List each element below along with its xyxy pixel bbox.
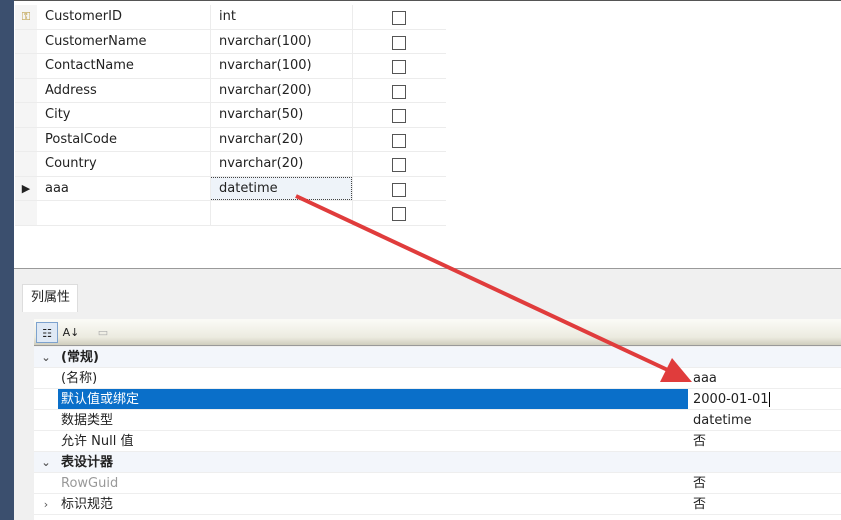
table-row[interactable]: Address nvarchar(200) <box>15 78 446 103</box>
column-properties-panel: 列属性 ☷ A↓ ▭ ⌄ (常规) (名称) aaa 默认值或绑定 2000-01-0… <box>14 268 841 520</box>
table-row[interactable]: CustomerName nvarchar(100) <box>15 29 446 54</box>
row-header[interactable]: ⚿ <box>15 5 37 29</box>
data-type-cell[interactable]: nvarchar(100) <box>219 30 312 54</box>
table-row[interactable]: PostalCode nvarchar(20) <box>15 127 446 152</box>
data-type-cell[interactable]: datetime <box>219 177 278 201</box>
chevron-right-icon[interactable]: › <box>34 494 58 514</box>
prop-name[interactable]: (名称) aaa <box>34 368 841 389</box>
allow-nulls-checkbox[interactable] <box>392 35 406 50</box>
allow-nulls-checkbox[interactable] <box>392 207 406 221</box>
column-name-cell[interactable]: CustomerName <box>45 30 147 54</box>
left-edge <box>0 0 14 520</box>
row-header[interactable] <box>15 127 37 151</box>
column-name-cell[interactable]: CustomerID <box>45 5 122 29</box>
top-border <box>14 0 841 1</box>
data-type-cell[interactable]: nvarchar(20) <box>219 152 303 176</box>
table-row[interactable]: ContactName nvarchar(100) <box>15 54 446 79</box>
row-header[interactable] <box>15 103 37 127</box>
table-row[interactable]: City nvarchar(50) <box>15 103 446 128</box>
allow-nulls-checkbox[interactable] <box>392 109 406 123</box>
data-type-cell[interactable]: nvarchar(20) <box>219 128 303 152</box>
key-icon: ⚿ <box>21 10 31 23</box>
chevron-down-icon[interactable]: ⌄ <box>34 452 58 472</box>
row-header[interactable] <box>15 54 37 78</box>
allow-nulls-checkbox[interactable] <box>392 158 406 172</box>
category-general[interactable]: ⌄ (常规) <box>34 347 841 368</box>
default-value-input[interactable]: 2000-01-01 <box>693 389 770 410</box>
property-grid: ⌄ (常规) (名称) aaa 默认值或绑定 2000-01-01 数据类型 datet… <box>34 347 841 520</box>
column-name-cell[interactable]: ContactName <box>45 54 134 78</box>
categorized-icon[interactable]: ☷ <box>36 322 58 343</box>
sort-alpha-icon[interactable]: A↓ <box>60 322 82 343</box>
properties-toolbar: ☷ A↓ ▭ <box>34 319 841 346</box>
column-name-cell[interactable]: Country <box>45 152 97 176</box>
data-type-cell[interactable]: nvarchar(100) <box>219 54 312 78</box>
column-name-cell[interactable]: Address <box>45 79 97 103</box>
prop-rowguid[interactable]: RowGuid 否 <box>34 473 841 494</box>
current-row-icon: ▶ <box>21 181 31 195</box>
row-header[interactable] <box>15 152 37 176</box>
data-type-cell[interactable]: nvarchar(200) <box>219 79 312 103</box>
data-type-cell[interactable]: nvarchar(50) <box>219 103 303 127</box>
tab-column-properties[interactable]: 列属性 <box>22 284 78 312</box>
allow-nulls-checkbox[interactable] <box>392 182 406 197</box>
row-header[interactable] <box>15 201 37 225</box>
property-pages-icon[interactable]: ▭ <box>92 322 114 343</box>
table-row[interactable]: ⚿ CustomerID int <box>15 5 446 30</box>
column-name-cell[interactable]: PostalCode <box>45 128 117 152</box>
row-header[interactable]: ▶ <box>15 176 37 200</box>
table-row[interactable] <box>15 201 446 226</box>
table-row[interactable]: Country nvarchar(20) <box>15 152 446 177</box>
allow-nulls-checkbox[interactable] <box>392 60 406 74</box>
table-row[interactable]: ▶ aaa datetime <box>15 176 446 201</box>
prop-data-type[interactable]: 数据类型 datetime <box>34 410 841 431</box>
column-name-cell[interactable]: aaa <box>45 177 69 201</box>
column-name-cell[interactable]: City <box>45 103 70 127</box>
allow-nulls-checkbox[interactable] <box>392 11 406 25</box>
chevron-down-icon[interactable]: ⌄ <box>34 347 58 367</box>
prop-default-value[interactable]: 默认值或绑定 2000-01-01 <box>34 389 841 410</box>
data-type-cell[interactable]: int <box>219 5 236 29</box>
category-table-designer[interactable]: ⌄ 表设计器 <box>34 452 841 473</box>
row-header[interactable] <box>15 78 37 102</box>
allow-nulls-checkbox[interactable] <box>392 84 406 99</box>
prop-identity[interactable]: › 标识规范否 <box>34 494 841 515</box>
row-header[interactable] <box>15 29 37 53</box>
prop-allow-null[interactable]: 允许 Null 值否 <box>34 431 841 452</box>
allow-nulls-checkbox[interactable] <box>392 133 406 148</box>
